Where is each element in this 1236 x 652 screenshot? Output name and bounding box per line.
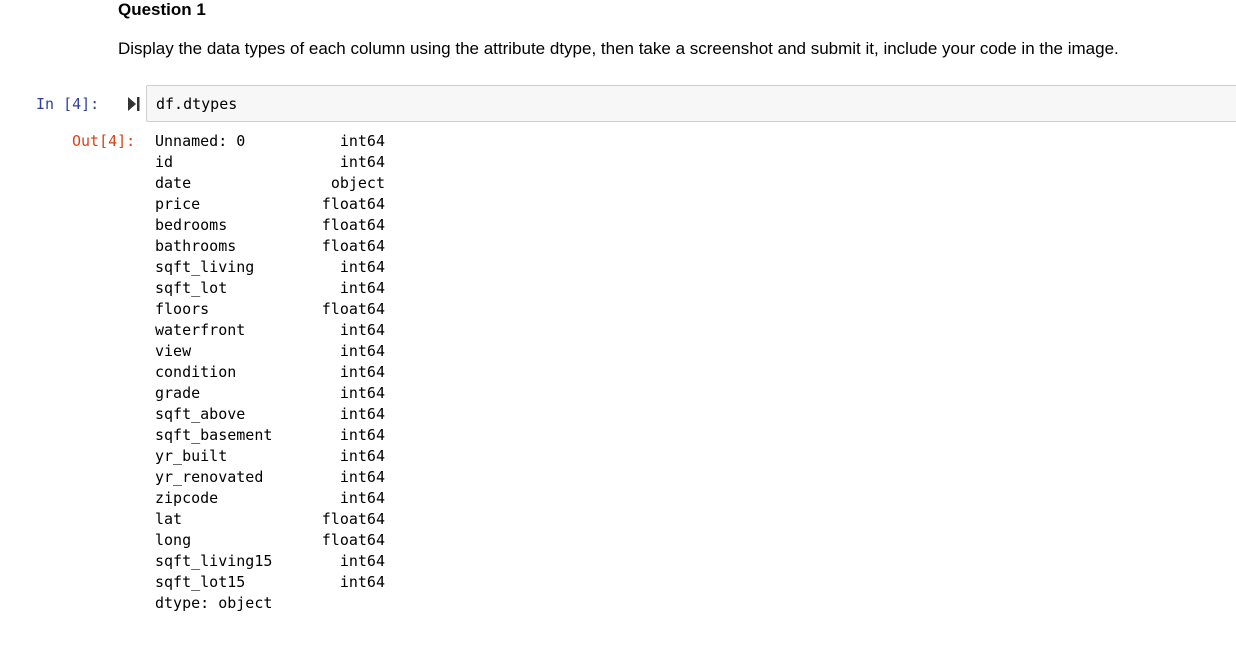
column-name: sqft_above [155,405,246,423]
column-name: sqft_lot [155,279,228,297]
column-name: price [155,195,201,213]
column-name: sqft_basement [155,426,273,444]
column-name: long [155,531,192,549]
column-dtype: int64 [339,552,385,570]
column-name: sqft_living15 [155,552,273,570]
dtype-row: sqft_living15 int64 [155,551,385,572]
dtype-row: sqft_lot int64 [155,278,385,299]
dtype-row: sqft_above int64 [155,404,385,425]
column-dtype: int64 [339,468,385,486]
column-name: date [155,174,192,192]
column-name: bedrooms [155,216,228,234]
column-dtype: int64 [339,342,385,360]
dtype-row: sqft_lot15 int64 [155,572,385,593]
column-name: grade [155,384,201,402]
column-dtype: float64 [321,237,385,255]
question-text: Display the data types of each column us… [118,39,1119,58]
column-dtype: int64 [339,426,385,444]
code-text[interactable]: df.dtypes [156,94,237,114]
column-dtype: int64 [339,489,385,507]
column-dtype: int64 [339,132,385,150]
output-area: Unnamed: 0 int64 id int64 date object price flo… [155,131,385,614]
column-name: sqft_living [155,258,255,276]
column-dtype: int64 [339,363,385,381]
dtype-row: Unnamed: 0 int64 [155,131,385,152]
dtype-row: grade int64 [155,383,385,404]
column-dtype: int64 [339,384,385,402]
column-dtype: int64 [339,321,385,339]
dtype-row: sqft_basement int64 [155,425,385,446]
column-dtype: int64 [339,405,385,423]
dtype-row: sqft_living int64 [155,257,385,278]
dtype-row: condition int64 [155,362,385,383]
column-dtype: int64 [339,153,385,171]
dtype-row: id int64 [155,152,385,173]
input-prompt: In [4]: [36,95,100,113]
column-dtype: float64 [321,510,385,528]
dtype-row: price float64 [155,194,385,215]
column-dtype: int64 [339,258,385,276]
dtype-row: yr_built int64 [155,446,385,467]
column-name: bathrooms [155,237,237,255]
column-name: condition [155,363,237,381]
column-name: lat [155,510,183,528]
output-prompt: Out[4]: [72,132,136,150]
column-dtype: int64 [339,573,385,591]
column-dtype: object [330,174,385,192]
dtype-row: yr_renovated int64 [155,467,385,488]
dtype-row: zipcode int64 [155,488,385,509]
column-name: floors [155,300,210,318]
column-name: view [155,342,192,360]
column-dtype: int64 [339,279,385,297]
column-dtype: int64 [339,447,385,465]
column-dtype: float64 [321,195,385,213]
dtype-footer: dtype: object [155,594,273,612]
dtype-row: view int64 [155,341,385,362]
column-name: waterfront [155,321,246,339]
column-name: sqft_lot15 [155,573,246,591]
column-name: id [155,153,174,171]
column-dtype: float64 [321,216,385,234]
code-cell-editor[interactable]: df.dtypes [146,85,1236,122]
column-name: yr_renovated [155,468,264,486]
run-cell-icon[interactable] [127,95,141,113]
dtype-row: date object [155,173,385,194]
dtype-row: lat float64 [155,509,385,530]
column-dtype: float64 [321,531,385,549]
dtype-row: long float64 [155,530,385,551]
column-name: yr_built [155,447,228,465]
column-dtype: float64 [321,300,385,318]
dtype-row: bedrooms float64 [155,215,385,236]
dtype-row: waterfront int64 [155,320,385,341]
dtype-row: floors float64 [155,299,385,320]
column-name: zipcode [155,489,219,507]
question-heading: Question 1 [118,0,206,19]
dtype-row: bathrooms float64 [155,236,385,257]
column-name: Unnamed: 0 [155,132,246,150]
